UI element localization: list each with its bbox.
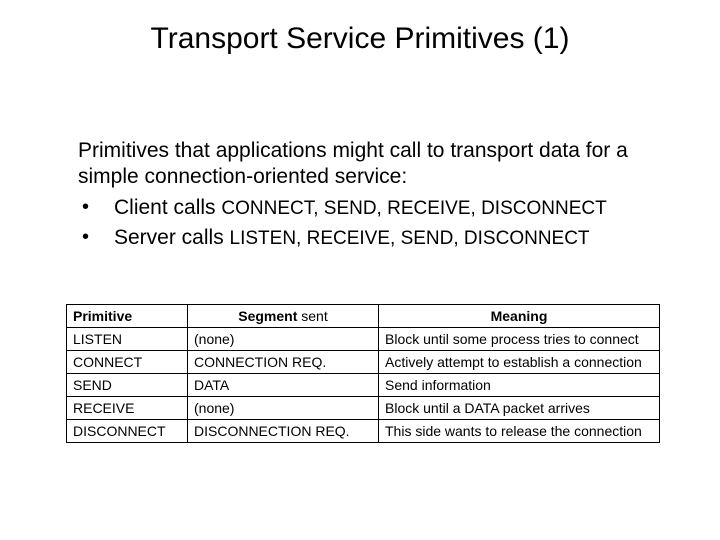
col-header-primitive: Primitive [67, 305, 188, 328]
bullet-lead: Server calls [114, 226, 230, 249]
cell-primitive: CONNECT [67, 351, 188, 374]
table-row: SEND DATA Send information [67, 374, 660, 397]
bullet-lead: Client calls [114, 196, 221, 219]
slide: Transport Service Primitives (1) Primiti… [0, 0, 720, 540]
slide-title: Transport Service Primitives (1) [0, 0, 720, 56]
cell-segment: (none) [188, 328, 379, 351]
bullet-primitives: CONNECT, SEND, RECEIVE, DISCONNECT [221, 198, 606, 219]
cell-segment: DISCONNECTION REQ. [188, 420, 379, 443]
cell-primitive: LISTEN [67, 328, 188, 351]
cell-segment: (none) [188, 397, 379, 420]
cell-meaning: Block until a DATA packet arrives [379, 397, 660, 420]
cell-meaning: Send information [379, 374, 660, 397]
segment-bold: Segment [238, 308, 297, 324]
cell-primitive: DISCONNECT [67, 420, 188, 443]
bullet-item: • Server calls LISTEN, RECEIVE, SEND, DI… [78, 225, 653, 251]
cell-segment: CONNECTION REQ. [188, 351, 379, 374]
bullet-item: • Client calls CONNECT, SEND, RECEIVE, D… [78, 195, 653, 221]
col-header-segment: Segment sent [188, 305, 379, 328]
cell-primitive: SEND [67, 374, 188, 397]
primitives-table-wrap: Primitive Segment sent Meaning LISTEN (n… [66, 304, 660, 443]
bullet-icon: • [82, 195, 89, 220]
body-text: Primitives that applications might call … [78, 138, 653, 251]
cell-segment: DATA [188, 374, 379, 397]
table-row: CONNECT CONNECTION REQ. Actively attempt… [67, 351, 660, 374]
cell-meaning: Actively attempt to establish a connecti… [379, 351, 660, 374]
segment-rest: sent [297, 308, 327, 324]
intro-paragraph: Primitives that applications might call … [78, 138, 653, 191]
table-header-row: Primitive Segment sent Meaning [67, 305, 660, 328]
bullet-primitives: LISTEN, RECEIVE, SEND, DISCONNECT [230, 228, 590, 249]
primitives-table: Primitive Segment sent Meaning LISTEN (n… [66, 304, 660, 443]
bullet-list: • Client calls CONNECT, SEND, RECEIVE, D… [78, 195, 653, 252]
table-row: RECEIVE (none) Block until a DATA packet… [67, 397, 660, 420]
table-row: LISTEN (none) Block until some process t… [67, 328, 660, 351]
bullet-icon: • [82, 225, 89, 250]
cell-meaning: This side wants to release the connectio… [379, 420, 660, 443]
col-header-meaning: Meaning [379, 305, 660, 328]
cell-primitive: RECEIVE [67, 397, 188, 420]
cell-meaning: Block until some process tries to connec… [379, 328, 660, 351]
table-row: DISCONNECT DISCONNECTION REQ. This side … [67, 420, 660, 443]
